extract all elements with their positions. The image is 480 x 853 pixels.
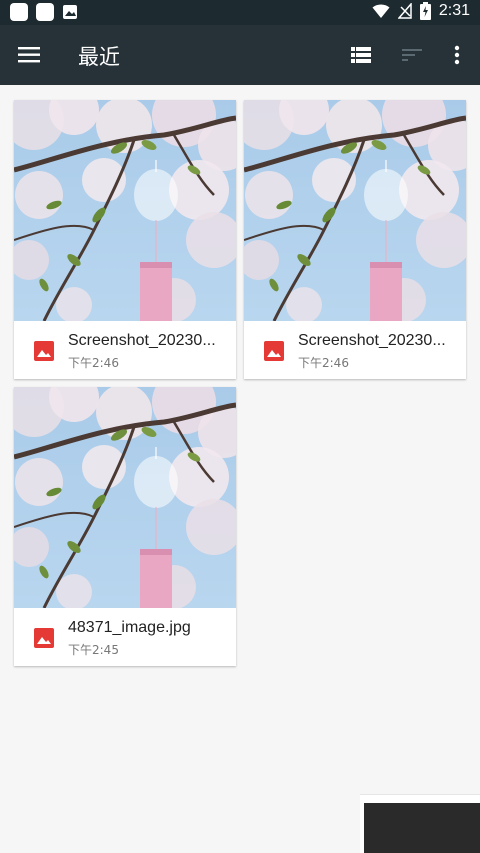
corner-overlay-panel [364,803,480,853]
image-icon [63,5,77,19]
sort-icon[interactable] [400,43,424,67]
app-bar: 最近 [0,25,480,85]
file-name: Screenshot_20230... [68,332,216,349]
file-card[interactable]: Screenshot_20230... 下午2:46 [244,100,466,379]
image-file-icon [34,628,54,648]
file-name: Screenshot_20230... [298,332,446,349]
file-thumbnail [244,100,466,321]
clock: 2:31 [438,2,470,19]
page-title: 最近 [78,45,120,69]
more-vert-icon[interactable] [445,43,469,67]
file-caption: 48371_image.jpg 下午2:45 [14,608,236,666]
status-bar: 2:31 [0,0,480,25]
file-time: 下午2:46 [68,356,119,370]
file-thumbnail [14,100,236,321]
hamburger-menu-icon[interactable] [16,43,44,67]
file-thumbnail [14,387,236,608]
image-file-icon [264,341,284,361]
file-caption: Screenshot_20230... 下午2:46 [14,321,236,379]
file-card[interactable]: Screenshot_20230... 下午2:46 [14,100,236,379]
no-signal-icon [397,3,412,19]
file-name: 48371_image.jpg [68,619,191,636]
corner-overlay [360,794,480,853]
image-file-icon [34,341,54,361]
file-time: 下午2:46 [298,356,349,370]
battery-charging-icon [419,2,431,20]
file-card[interactable]: 48371_image.jpg 下午2:45 [14,387,236,666]
wifi-icon [372,4,390,18]
file-caption: Screenshot_20230... 下午2:46 [244,321,466,379]
app-square-icon [10,3,28,21]
file-time: 下午2:45 [68,643,119,657]
list-view-icon[interactable] [349,43,373,67]
app-square-icon [36,3,54,21]
